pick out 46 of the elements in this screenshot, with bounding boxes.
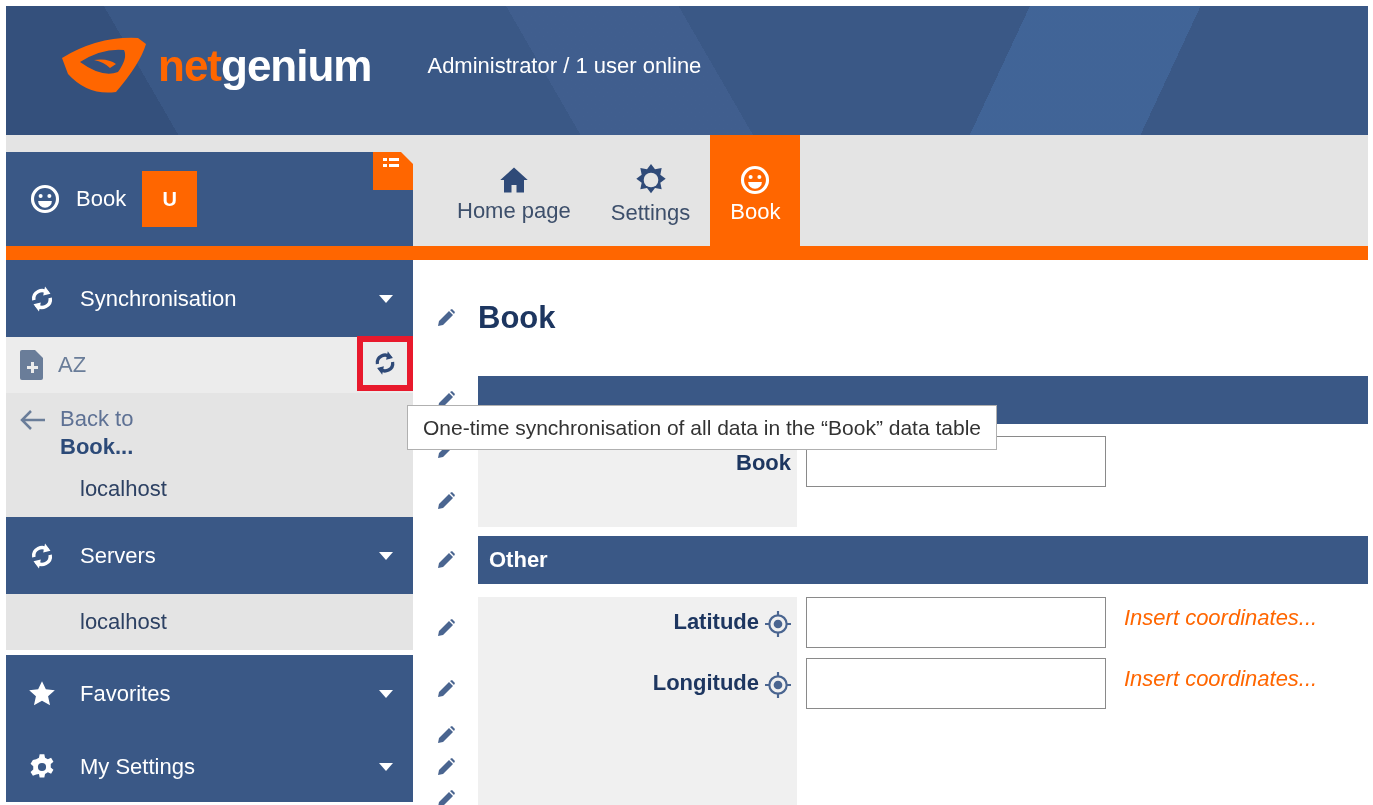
section-title: Servers xyxy=(80,542,157,569)
pencil-icon[interactable] xyxy=(435,308,456,328)
star-icon xyxy=(28,679,56,708)
sidebar-item[interactable]: localhost xyxy=(6,594,413,650)
section-title: Synchronisation xyxy=(80,285,238,312)
caret-icon xyxy=(379,551,393,560)
user-status: Administrator / 1 user online xyxy=(427,52,702,79)
section-title: My Settings xyxy=(80,754,196,780)
nav-tab[interactable]: Settings xyxy=(590,135,711,246)
pencil-icon[interactable] xyxy=(435,789,456,805)
home-icon xyxy=(498,165,529,194)
section-title: Favorites xyxy=(80,680,172,707)
text-field[interactable] xyxy=(806,658,1106,709)
sidebar-section-header[interactable]: Favorites xyxy=(6,655,413,732)
page-title: Book xyxy=(478,300,557,336)
smiley-icon xyxy=(740,164,771,195)
sidebar-section-header[interactable]: My Settings xyxy=(6,732,413,802)
pencil-icon[interactable] xyxy=(435,757,456,777)
nav-tab[interactable]: Home page xyxy=(437,135,591,246)
sidebar-section-header[interactable]: Servers xyxy=(6,517,413,594)
pencil-icon[interactable] xyxy=(435,678,456,699)
arrow-left-icon xyxy=(20,409,46,431)
logo-text: netgenium xyxy=(158,40,372,91)
pencil-icon[interactable] xyxy=(435,725,456,745)
section-title: Other xyxy=(489,547,548,573)
target-icon[interactable] xyxy=(765,672,791,698)
field-label: Longitude xyxy=(652,670,759,696)
caret-icon xyxy=(379,689,393,698)
sidebar-section-header[interactable]: Synchronisation xyxy=(6,260,413,337)
sync-button[interactable] xyxy=(357,335,413,391)
target-icon[interactable] xyxy=(765,611,791,637)
caret-icon xyxy=(379,763,393,771)
pencil-icon[interactable] xyxy=(435,491,456,512)
tooltip: One-time synchronisation of all data in the “Book” data table xyxy=(407,405,997,450)
app-title: Book xyxy=(76,186,127,212)
list-corner-icon[interactable] xyxy=(373,152,413,190)
sidebar-item[interactable]: localhost xyxy=(6,461,413,517)
sun-gear-icon xyxy=(634,163,667,196)
pencil-icon[interactable] xyxy=(435,617,456,638)
smiley-icon xyxy=(30,184,60,214)
pencil-icon[interactable] xyxy=(435,550,456,570)
text-field[interactable] xyxy=(806,597,1106,648)
caret-icon xyxy=(379,294,393,303)
field-label: Book xyxy=(736,450,791,476)
new-document-icon[interactable] xyxy=(20,350,44,380)
field-label: Latitude xyxy=(673,609,759,635)
